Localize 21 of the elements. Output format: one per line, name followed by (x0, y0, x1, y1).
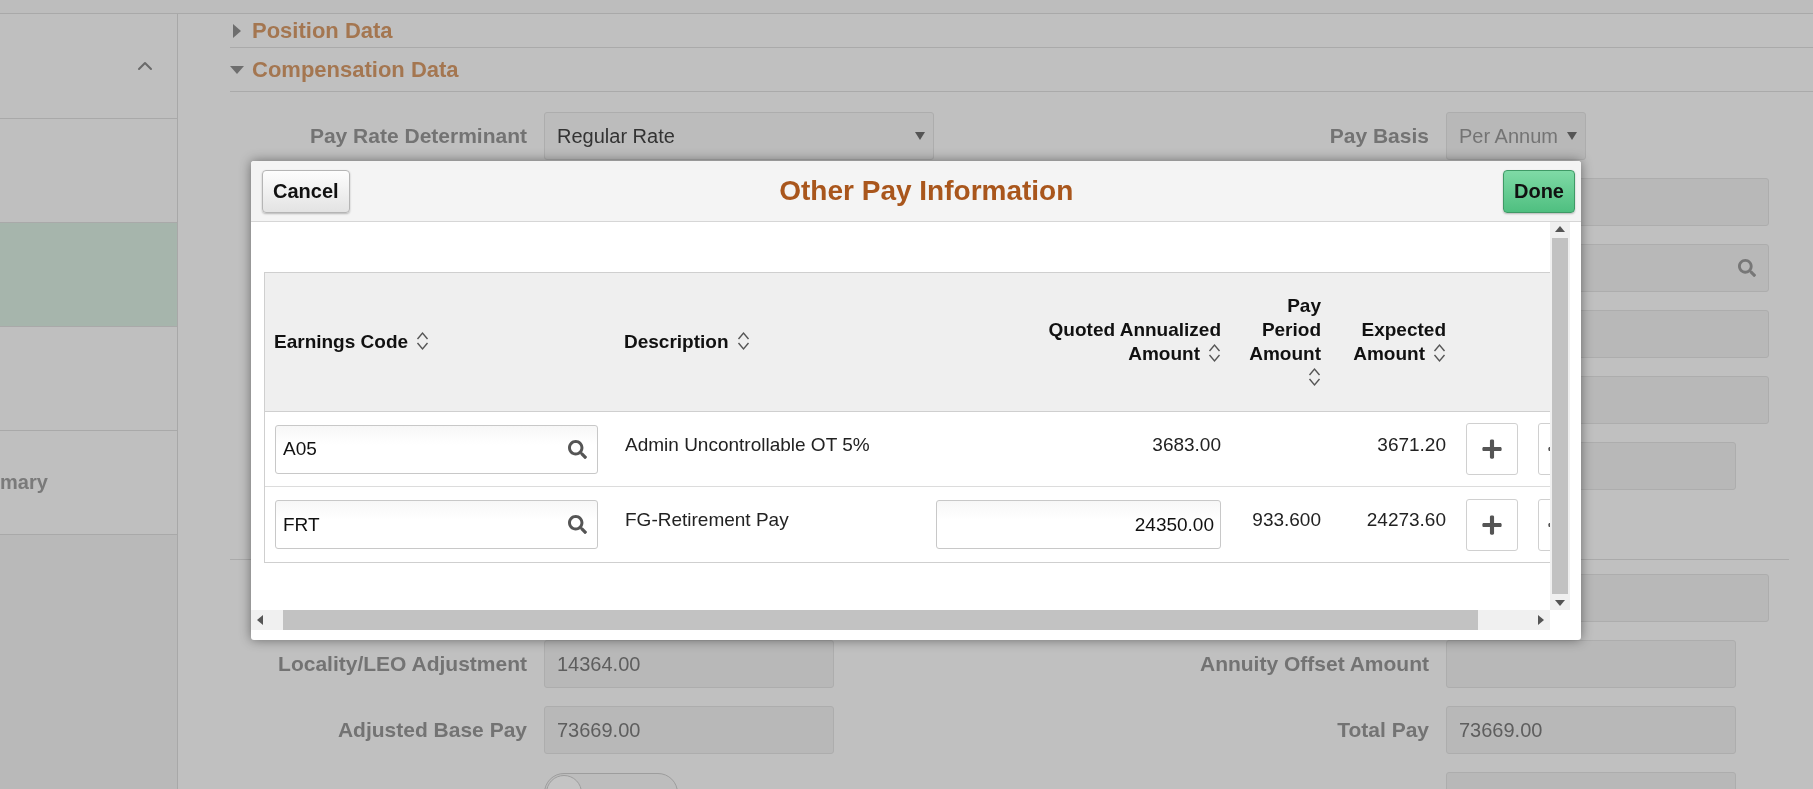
amount-field[interactable]: 24350.00 (936, 500, 1221, 549)
table-cell: Admin Uncontrollable OT 5% (625, 434, 870, 456)
field-label: Locality/LEO Adjustment (277, 651, 527, 677)
field-label: Adjusted Base Pay (336, 717, 527, 743)
earnings-code-field[interactable]: A05 (275, 424, 598, 474)
column-header[interactable]: Description (624, 330, 750, 354)
table-cell: FG-Retirement Pay (625, 509, 789, 531)
dialog-title: Other Pay Information (779, 175, 1074, 207)
field-label: Total Pay (1336, 717, 1429, 743)
field-label: Pay Basis (1328, 123, 1429, 149)
table-cell: 933.600 (1252, 509, 1321, 531)
table-cell: 3671.20 (1377, 434, 1446, 456)
column-header[interactable]: Earnings Code (274, 330, 430, 354)
table-cell: 3683.00 (1152, 434, 1221, 456)
done-button[interactable]: Done (1503, 169, 1575, 213)
table-cell: 24273.60 (1366, 509, 1446, 531)
earnings-code-field[interactable]: FRT (275, 500, 598, 549)
select-field[interactable]: Regular Rate (544, 112, 934, 160)
cancel-button[interactable]: Cancel (262, 169, 350, 213)
field-label: Pay Rate Determinant (308, 123, 527, 149)
field-label: Annuity Offset Amount (1198, 651, 1429, 677)
